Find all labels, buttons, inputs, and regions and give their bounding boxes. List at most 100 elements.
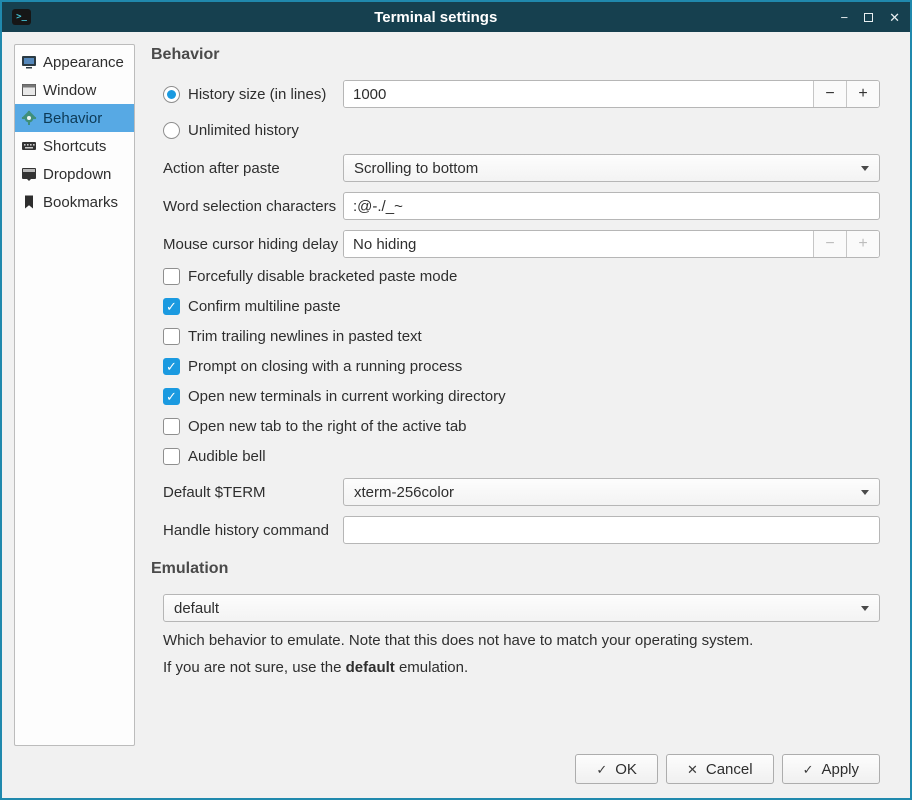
- mouse-cursor-delay-label-cell: Mouse cursor hiding delay: [151, 236, 343, 253]
- window-icon: [21, 82, 37, 98]
- checkbox-row-open-tab-right[interactable]: ✓ Open new tab to the right of the activ…: [163, 418, 880, 435]
- history-size-increment-button[interactable]: +: [846, 81, 879, 107]
- sidebar-item-label: Bookmarks: [43, 194, 118, 211]
- checkbox[interactable]: ✓: [163, 358, 180, 375]
- emulation-value: default: [174, 600, 853, 617]
- sidebar-item-appearance[interactable]: Appearance: [15, 48, 134, 76]
- emulation-select-row: default: [163, 594, 880, 622]
- checkbox[interactable]: ✓: [163, 418, 180, 435]
- restore-button[interactable]: [864, 11, 873, 24]
- checkbox-label: Trim trailing newlines in pasted text: [188, 328, 422, 345]
- default-term-label: Default $TERM: [163, 484, 266, 501]
- check-icon: ✓: [166, 300, 177, 313]
- sidebar-item-label: Appearance: [43, 54, 124, 71]
- apply-button[interactable]: ✓ Apply: [782, 754, 880, 784]
- mouse-cursor-delay-decrement-button[interactable]: −: [813, 231, 846, 257]
- checkbox[interactable]: ✓: [163, 328, 180, 345]
- checkbox[interactable]: ✓: [163, 298, 180, 315]
- sidebar-item-behavior[interactable]: Behavior: [15, 104, 134, 132]
- ok-button[interactable]: ✓ OK: [575, 754, 658, 784]
- check-icon: ✓: [596, 763, 607, 776]
- unlimited-history-row: Unlimited history: [151, 118, 880, 142]
- mouse-cursor-delay-increment-button[interactable]: +: [846, 231, 879, 257]
- sidebar-item-label: Behavior: [43, 110, 102, 127]
- handle-history-input[interactable]: [343, 516, 880, 544]
- default-term-control: xterm-256color: [343, 478, 880, 506]
- checkbox-label: Open new terminals in current working di…: [188, 388, 506, 405]
- default-term-row: Default $TERM xterm-256color: [151, 478, 880, 506]
- terminal-icon: >_: [12, 9, 31, 25]
- mouse-cursor-delay-label: Mouse cursor hiding delay: [163, 236, 338, 253]
- chevron-down-icon: [861, 490, 869, 495]
- history-size-row: History size (in lines) − +: [151, 80, 880, 108]
- checkbox[interactable]: ✓: [163, 388, 180, 405]
- history-size-input[interactable]: [344, 81, 813, 107]
- sidebar-item-label: Window: [43, 82, 96, 99]
- sidebar-item-window[interactable]: Window: [15, 76, 134, 104]
- cancel-button[interactable]: ✕ Cancel: [666, 754, 774, 784]
- handle-history-label: Handle history command: [163, 522, 329, 539]
- action-after-paste-value: Scrolling to bottom: [354, 160, 853, 177]
- settings-panel: Behavior History size (in lines) − +: [151, 44, 880, 746]
- emulation-help-line2: If you are not sure, use the default emu…: [163, 659, 880, 676]
- unlimited-history-radio[interactable]: [163, 122, 180, 139]
- check-icon: ✓: [166, 360, 177, 373]
- sidebar-item-label: Dropdown: [43, 166, 111, 183]
- checkbox[interactable]: ✓: [163, 448, 180, 465]
- checkbox-label: Forcefully disable bracketed paste mode: [188, 268, 457, 285]
- checkbox-row-trim-newlines[interactable]: ✓ Trim trailing newlines in pasted text: [163, 328, 880, 345]
- checkbox-label: Prompt on closing with a running process: [188, 358, 462, 375]
- history-size-decrement-button[interactable]: −: [813, 81, 846, 107]
- mouse-cursor-delay-spinbox: − +: [343, 230, 880, 258]
- sidebar-item-label: Shortcuts: [43, 138, 106, 155]
- ok-button-label: OK: [615, 761, 637, 778]
- checkbox-row-prompt-on-closing[interactable]: ✓ Prompt on closing with a running proce…: [163, 358, 880, 375]
- titlebar: >_ Terminal settings − ✕: [2, 2, 910, 32]
- handle-history-row: Handle history command: [151, 516, 880, 544]
- checkbox-label: Open new tab to the right of the active …: [188, 418, 467, 435]
- emulation-help-line1: Which behavior to emulate. Note that thi…: [163, 632, 880, 649]
- gear-icon: [21, 110, 37, 126]
- close-button[interactable]: ✕: [889, 11, 900, 24]
- checkbox-row-audible-bell[interactable]: ✓ Audible bell: [163, 448, 880, 465]
- terminal-settings-window: >_ Terminal settings − ✕ Appearance Wind…: [0, 0, 912, 800]
- restore-icon: [864, 13, 873, 22]
- mouse-cursor-delay-control: − +: [343, 230, 880, 258]
- mouse-cursor-delay-input[interactable]: [344, 231, 813, 257]
- sidebar-item-dropdown[interactable]: Dropdown: [15, 160, 134, 188]
- sidebar-item-bookmarks[interactable]: Bookmarks: [15, 188, 134, 216]
- unlimited-history-label-cell: Unlimited history: [151, 122, 343, 139]
- close-icon: ✕: [687, 763, 698, 776]
- window-controls: − ✕: [841, 11, 901, 24]
- minimize-button[interactable]: −: [841, 11, 849, 24]
- appearance-icon: [21, 54, 37, 70]
- emulation-section-title: Emulation: [151, 560, 880, 578]
- history-size-radio[interactable]: [163, 86, 180, 103]
- help-line2-prefix: If you are not sure, use the: [163, 659, 346, 676]
- action-after-paste-select[interactable]: Scrolling to bottom: [343, 154, 880, 182]
- check-icon: ✓: [166, 390, 177, 403]
- behavior-section-title: Behavior: [151, 46, 880, 64]
- cancel-button-label: Cancel: [706, 761, 753, 778]
- history-size-control: − +: [343, 80, 880, 108]
- handle-history-label-cell: Handle history command: [151, 522, 343, 539]
- action-after-paste-label: Action after paste: [163, 160, 280, 177]
- emulation-select[interactable]: default: [163, 594, 880, 622]
- bookmark-icon: [21, 194, 37, 210]
- check-icon: ✓: [803, 763, 814, 776]
- default-term-select[interactable]: xterm-256color: [343, 478, 880, 506]
- checkbox-row-open-in-cwd[interactable]: ✓ Open new terminals in current working …: [163, 388, 880, 405]
- mouse-cursor-delay-row: Mouse cursor hiding delay − +: [151, 230, 880, 258]
- dropdown-terminal-icon: [21, 166, 37, 182]
- word-selection-input[interactable]: [343, 192, 880, 220]
- word-selection-label: Word selection characters: [163, 198, 336, 215]
- handle-history-control: [343, 516, 880, 544]
- checkbox-row-bracketed-paste[interactable]: ✓ Forcefully disable bracketed paste mod…: [163, 268, 880, 285]
- content-area: Appearance Window Behavior Shortcuts Dro…: [2, 32, 910, 746]
- checkbox-row-confirm-multiline[interactable]: ✓ Confirm multiline paste: [163, 298, 880, 315]
- sidebar-item-shortcuts[interactable]: Shortcuts: [15, 132, 134, 160]
- chevron-down-icon: [861, 606, 869, 611]
- checkbox[interactable]: ✓: [163, 268, 180, 285]
- word-selection-row: Word selection characters: [151, 192, 880, 220]
- action-after-paste-control: Scrolling to bottom: [343, 154, 880, 182]
